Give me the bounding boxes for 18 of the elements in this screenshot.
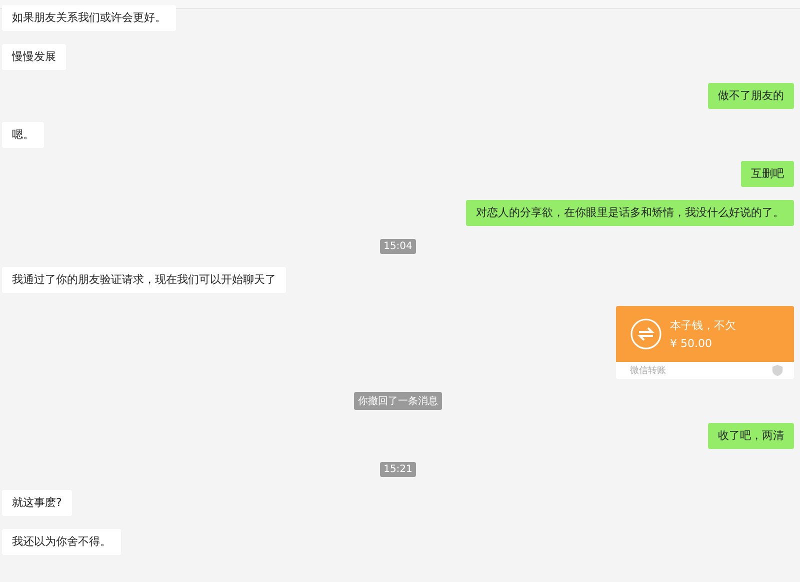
transfer-label: 微信转账 — [630, 364, 666, 377]
message-bubble: 就这事麽? — [2, 490, 72, 516]
message-bubble: 收了吧，两清 — [708, 423, 794, 449]
timestamp: 15:21 — [380, 462, 416, 477]
transfer-note: 本子钱，不欠 — [670, 318, 736, 333]
shield-icon — [771, 364, 784, 377]
message-bubble: 如果朋友关系我们或许会更好。 — [2, 5, 176, 31]
transfer-icon — [630, 318, 662, 350]
transfer-amount: ¥ 50.00 — [670, 337, 713, 350]
timestamp: 15:04 — [380, 239, 416, 254]
message-bubble: 我通过了你的朋友验证请求，现在我们可以开始聊天了 — [2, 267, 286, 293]
message-bubble: 我还以为你舍不得。 — [2, 529, 121, 555]
message-bubble: 对恋人的分享欲，在你眼里是话多和矫情，我没什么好说的了。 — [466, 200, 794, 226]
message-bubble: 嗯。 — [2, 122, 44, 148]
message-bubble: 做不了朋友的 — [708, 83, 794, 109]
message-bubble: 互删吧 — [741, 161, 794, 187]
message-bubble: 慢慢发展 — [2, 44, 66, 70]
system-notice: 你撤回了一条消息 — [354, 392, 442, 410]
